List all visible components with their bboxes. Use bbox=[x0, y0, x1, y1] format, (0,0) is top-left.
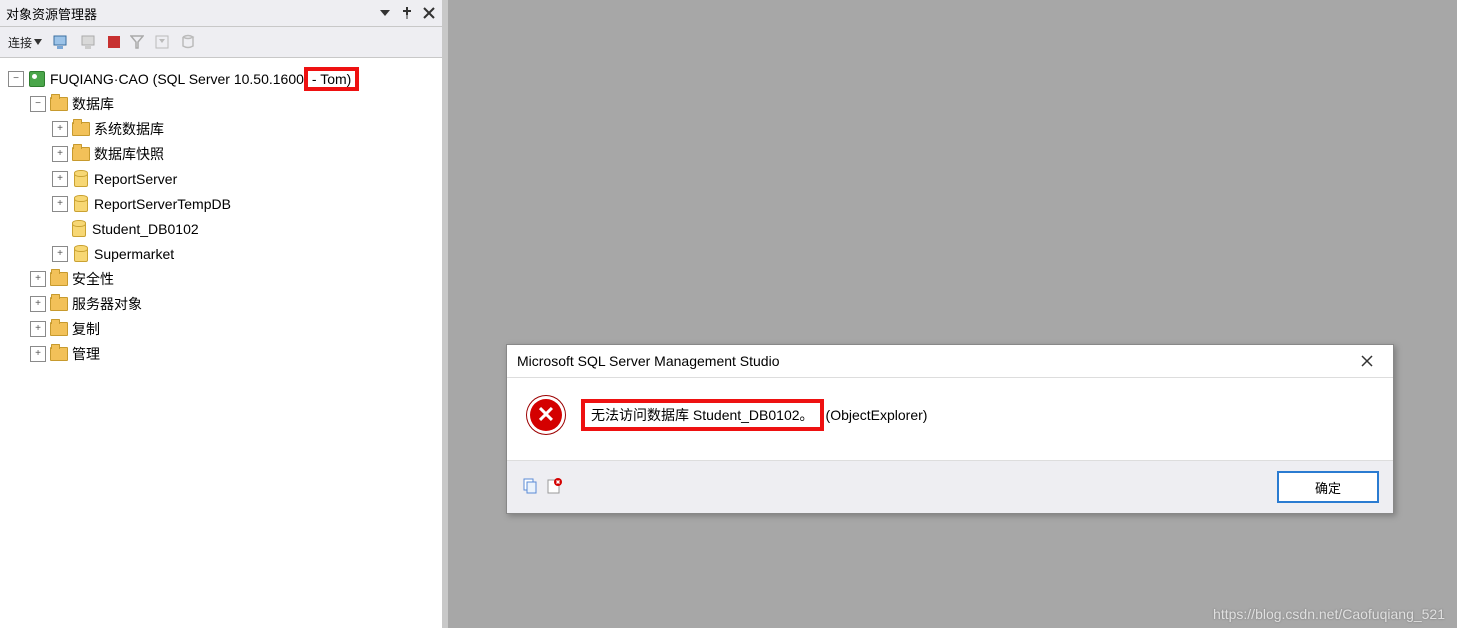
error-icon: ✕ bbox=[527, 396, 565, 434]
object-explorer-panel: 对象资源管理器 连接 − FUQIANG·CAO bbox=[0, 0, 448, 628]
tree-node-label: Student_DB0102 bbox=[92, 221, 199, 237]
tree-databases-node[interactable]: − 数据库 bbox=[4, 91, 438, 116]
dialog-title: Microsoft SQL Server Management Studio bbox=[517, 353, 1351, 369]
tree-node-serverobj[interactable]: + 服务器对象 bbox=[4, 291, 438, 316]
ok-label: 确定 bbox=[1315, 478, 1341, 497]
server-icon bbox=[28, 71, 46, 87]
watermark: https://blog.csdn.net/Caofuqiang_521 bbox=[1213, 606, 1445, 622]
tree-node-snapshot[interactable]: + 数据库快照 bbox=[4, 141, 438, 166]
expand-icon[interactable]: + bbox=[52, 146, 68, 162]
tree-node-label: 管理 bbox=[72, 344, 100, 364]
database-icon bbox=[72, 246, 90, 262]
connect-server-icon[interactable] bbox=[48, 30, 74, 54]
tree-node-label: ReportServer bbox=[94, 171, 177, 187]
tree-node-student[interactable]: Student_DB0102 bbox=[4, 216, 438, 241]
ok-button[interactable]: 确定 bbox=[1277, 471, 1379, 503]
expand-icon[interactable]: + bbox=[52, 196, 68, 212]
collapse-icon[interactable]: − bbox=[30, 96, 46, 112]
tree-node-reportserver[interactable]: + ReportServer bbox=[4, 166, 438, 191]
object-tree[interactable]: − FUQIANG·CAO (SQL Server 10.50.1600 - T… bbox=[0, 58, 442, 628]
tree-node-reportservertemp[interactable]: + ReportServerTempDB bbox=[4, 191, 438, 216]
close-icon[interactable] bbox=[1351, 349, 1383, 373]
panel-title: 对象资源管理器 bbox=[6, 4, 378, 23]
tree-node-replication[interactable]: + 复制 bbox=[4, 316, 438, 341]
tree-node-label: 复制 bbox=[72, 319, 100, 339]
connect-button[interactable]: 连接 bbox=[4, 30, 46, 54]
panel-toolbar: 连接 bbox=[0, 27, 442, 58]
stop-icon[interactable] bbox=[104, 30, 124, 54]
error-dialog: Microsoft SQL Server Management Studio ✕… bbox=[506, 344, 1394, 514]
database-icon bbox=[72, 196, 90, 212]
script-icon[interactable] bbox=[176, 30, 200, 54]
details-icon[interactable] bbox=[545, 477, 563, 498]
dropdown-icon[interactable] bbox=[378, 6, 392, 20]
panel-titlebar: 对象资源管理器 bbox=[0, 0, 442, 27]
folder-icon bbox=[50, 296, 68, 312]
expand-icon[interactable]: + bbox=[30, 271, 46, 287]
expand-icon[interactable]: + bbox=[52, 121, 68, 137]
dialog-message-highlight: 无法访问数据库 Student_DB0102。 bbox=[581, 399, 824, 431]
tree-node-sysdb[interactable]: + 系统数据库 bbox=[4, 116, 438, 141]
expand-icon[interactable]: + bbox=[30, 321, 46, 337]
disconnect-icon[interactable] bbox=[76, 30, 102, 54]
tree-node-label: ReportServerTempDB bbox=[94, 196, 231, 212]
folder-icon bbox=[72, 121, 90, 137]
tree-node-label: 服务器对象 bbox=[72, 294, 142, 314]
folder-icon bbox=[50, 346, 68, 362]
tree-node-security[interactable]: + 安全性 bbox=[4, 266, 438, 291]
refresh-icon[interactable] bbox=[150, 30, 174, 54]
filter-icon[interactable] bbox=[126, 30, 148, 54]
tree-node-label: Supermarket bbox=[94, 246, 174, 262]
databases-label: 数据库 bbox=[72, 94, 114, 114]
connect-label: 连接 bbox=[8, 34, 32, 51]
server-label-pre: FUQIANG·CAO (SQL Server 10.50.1600 bbox=[50, 71, 304, 87]
tree-server-node[interactable]: − FUQIANG·CAO (SQL Server 10.50.1600 - T… bbox=[4, 66, 438, 91]
tree-node-management[interactable]: + 管理 bbox=[4, 341, 438, 366]
folder-icon bbox=[50, 321, 68, 337]
expand-icon[interactable]: + bbox=[52, 246, 68, 262]
expand-icon[interactable]: + bbox=[30, 346, 46, 362]
tree-node-label: 安全性 bbox=[72, 269, 114, 289]
expand-icon[interactable]: + bbox=[30, 296, 46, 312]
collapse-icon[interactable]: − bbox=[8, 71, 24, 87]
folder-icon bbox=[72, 146, 90, 162]
tree-node-supermarket[interactable]: + Supermarket bbox=[4, 241, 438, 266]
tree-node-label: 数据库快照 bbox=[94, 144, 164, 164]
dialog-message-tail: (ObjectExplorer) bbox=[826, 407, 928, 423]
dialog-message: 无法访问数据库 Student_DB0102。 (ObjectExplorer) bbox=[581, 399, 927, 431]
expand-icon[interactable]: + bbox=[52, 171, 68, 187]
copy-icon[interactable] bbox=[521, 477, 539, 498]
mdi-area: Microsoft SQL Server Management Studio ✕… bbox=[448, 0, 1457, 628]
folder-icon bbox=[50, 271, 68, 287]
pin-icon[interactable] bbox=[400, 6, 414, 20]
dialog-footer: 确定 bbox=[507, 460, 1393, 513]
database-icon bbox=[72, 171, 90, 187]
dialog-titlebar: Microsoft SQL Server Management Studio bbox=[507, 345, 1393, 378]
tree-node-label: 系统数据库 bbox=[94, 119, 164, 139]
expand-placeholder bbox=[52, 222, 66, 236]
close-icon[interactable] bbox=[422, 6, 436, 20]
folder-icon bbox=[50, 96, 68, 112]
server-label-user: - Tom) bbox=[304, 67, 359, 91]
database-icon bbox=[70, 221, 88, 237]
